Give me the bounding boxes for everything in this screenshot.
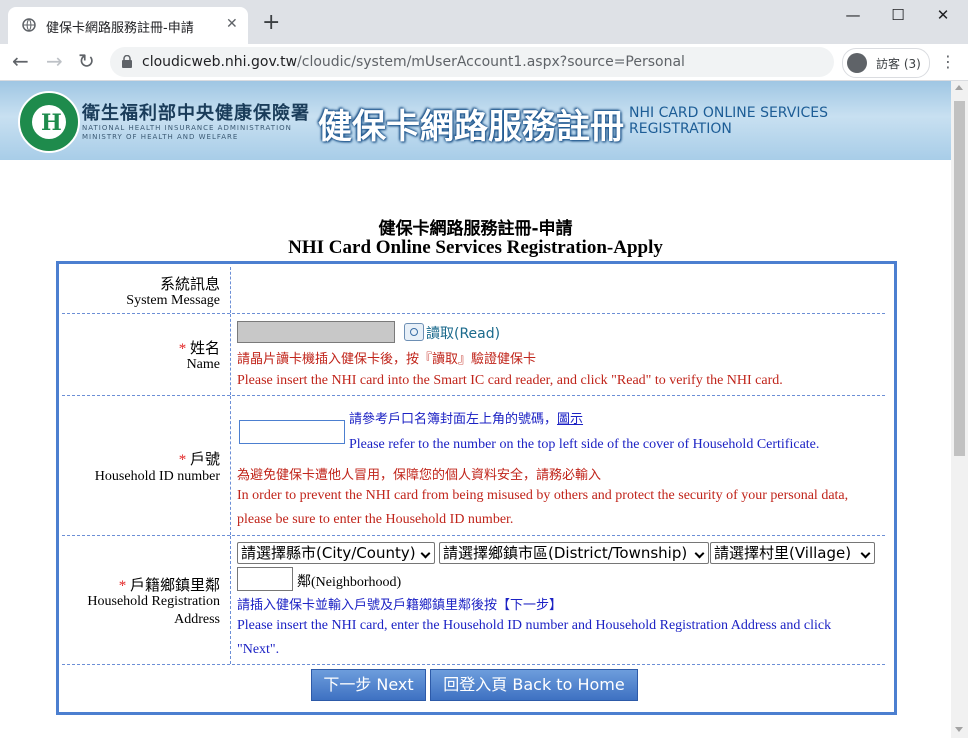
forward-arrow-icon[interactable]: → <box>46 51 63 71</box>
tab-title: 健保卡網路服務註冊-申請 <box>46 21 194 36</box>
household-ref-zh-text: 請參考戶口名簿封面左上角的號碼， <box>349 412 558 427</box>
system-message-label-zh: 系統訊息 <box>159 277 220 293</box>
neighborhood-input[interactable] <box>237 567 293 591</box>
scroll-up-arrow-icon[interactable] <box>955 85 963 90</box>
close-window-button[interactable]: ✕ <box>928 6 958 26</box>
name-label-en: Name <box>186 357 220 372</box>
read-button[interactable]: 讀取(Read) <box>426 323 500 343</box>
address-hint-zh: 請插入健保卡並輸入戶號及戶籍鄉鎮里鄰後按【下一步】 <box>237 598 563 613</box>
service-en-line1: NHI CARD ONLINE SERVICES <box>629 105 828 121</box>
household-ref-zh: 請參考戶口名簿封面左上角的號碼，圖示 <box>349 408 583 427</box>
neighborhood-suffix: 鄰(Neighborhood) <box>297 575 402 590</box>
page-title-en: NHI Card Online Services Registration-Ap… <box>288 237 663 258</box>
address-label-en-1: Household Registration <box>87 594 220 609</box>
agency-en-line1: NATIONAL HEALTH INSURANCE ADMINISTRATION <box>82 124 292 132</box>
address-row: * 戶籍鄉鎮里鄰 Household Registration Address … <box>62 536 885 665</box>
site-banner: H 衛生福利部中央健康保險署 NATIONAL HEALTH INSURANCE… <box>0 81 951 160</box>
page-title-zh: 健保卡網路服務註冊-申請 <box>378 219 573 239</box>
district-select[interactable]: 請選擇鄉鎮市區(District/Township) <box>439 542 709 564</box>
address-label-zh-text: 戶籍鄉鎮里鄰 <box>129 578 220 594</box>
new-tab-button[interactable]: + <box>262 12 280 34</box>
village-select-value: 請選擇村里(Village) <box>714 544 852 562</box>
name-label-zh-text: 姓名 <box>189 341 220 357</box>
logo-mark-icon: H <box>41 110 62 136</box>
label-cell: * 姓名 Name <box>62 314 231 395</box>
service-title-en: NHI CARD ONLINE SERVICES REGISTRATION <box>629 105 828 137</box>
agency-en-line2: MINISTRY OF HEALTH AND WELFARE <box>82 133 239 141</box>
household-id-label-zh: * 戶號 <box>179 448 220 469</box>
household-id-row: * 戶號 Household ID number 請參考戶口名簿封面左上角的號碼… <box>62 396 885 536</box>
back-to-home-button[interactable]: 回登入頁 Back to Home <box>430 669 638 701</box>
household-id-input[interactable] <box>239 420 345 444</box>
service-en-line2: REGISTRATION <box>629 121 732 137</box>
profile-button[interactable]: 訪客 (3) <box>842 48 930 78</box>
label-cell: * 戶籍鄉鎮里鄰 Household Registration Address <box>62 536 231 664</box>
reload-icon[interactable]: ↻ <box>78 51 95 71</box>
name-label-zh: * 姓名 <box>179 337 220 358</box>
system-message-row: 系統訊息 System Message <box>62 267 885 314</box>
vertical-scrollbar[interactable] <box>951 81 968 738</box>
district-select-value: 請選擇鄉鎮市區(District/Township) <box>443 544 688 562</box>
url-path: /cloudic/system/mUserAccount1.aspx?sourc… <box>297 54 685 70</box>
address-label-en-2: Address <box>174 612 220 627</box>
agency-name-en: NATIONAL HEALTH INSURANCE ADMINISTRATION… <box>82 124 292 142</box>
lock-icon <box>122 55 132 68</box>
name-row: * 姓名 Name 讀取(Read) 請晶片讀卡機插入健保卡後，按『讀取』驗證健… <box>62 314 885 396</box>
menu-dots-icon[interactable]: ⋮ <box>940 52 956 71</box>
browser-toolbar: ← → ↻ cloudicweb.nhi.gov.tw/cloudic/syst… <box>0 44 968 81</box>
label-cell: * 戶號 Household ID number <box>62 396 231 535</box>
household-example-link[interactable]: 圖示 <box>557 412 583 427</box>
minimize-button[interactable]: — <box>838 6 868 26</box>
service-title-zh: 健保卡網路服務註冊 <box>318 107 624 147</box>
nhi-logo: H <box>18 91 80 153</box>
browser-tab[interactable]: 健保卡網路服務註冊-申請 ✕ <box>8 7 248 44</box>
system-message-label-en: System Message <box>126 293 220 308</box>
name-hint-zh: 請晶片讀卡機插入健保卡後，按『讀取』驗證健保卡 <box>237 352 537 367</box>
household-warn-en-1: In order to prevent the NHI card from be… <box>237 488 849 503</box>
address-hint-en-1: Please insert the NHI card, enter the Ho… <box>237 618 832 633</box>
required-mark: * <box>178 452 187 468</box>
next-button[interactable]: 下一步 Next <box>311 669 426 701</box>
required-mark: * <box>118 578 127 594</box>
required-mark: * <box>178 341 187 357</box>
avatar <box>847 53 867 73</box>
label-cell: 系統訊息 System Message <box>62 267 231 313</box>
agency-name-zh: 衛生福利部中央健康保險署 <box>82 103 310 124</box>
address-label-zh: * 戶籍鄉鎮里鄰 <box>119 574 220 595</box>
profile-label: 訪客 (3) <box>876 57 921 71</box>
back-arrow-icon[interactable]: ← <box>12 51 29 71</box>
household-id-label-en: Household ID number <box>94 469 220 484</box>
logo-inner: H <box>32 105 66 139</box>
scroll-thumb[interactable] <box>954 101 965 456</box>
page-viewport: H 衛生福利部中央健康保險署 NATIONAL HEALTH INSURANCE… <box>0 81 951 738</box>
address-bar[interactable]: cloudicweb.nhi.gov.tw/cloudic/system/mUs… <box>110 47 834 77</box>
maximize-button[interactable]: ☐ <box>883 6 913 26</box>
village-select[interactable]: 請選擇村里(Village) <box>710 542 875 564</box>
scroll-down-arrow-icon[interactable] <box>955 727 963 732</box>
name-hint-en: Please insert the NHI card into the Smar… <box>237 373 783 388</box>
address-hint-en-2: "Next". <box>237 642 280 657</box>
registration-form: 系統訊息 System Message * 姓名 Name 讀取(Read) 請… <box>56 261 897 715</box>
household-warn-zh: 為避免健保卡遭他人冒用，保障您的個人資料安全，請務必輸入 <box>237 468 602 483</box>
url-host: cloudicweb.nhi.gov.tw <box>142 54 298 70</box>
url-text: cloudicweb.nhi.gov.tw/cloudic/system/mUs… <box>142 54 685 70</box>
close-tab-icon[interactable]: ✕ <box>226 16 238 32</box>
household-ref-en: Please refer to the number on the top le… <box>349 437 820 452</box>
name-field[interactable] <box>237 321 395 343</box>
globe-icon <box>22 18 36 32</box>
household-id-label-zh-text: 戶號 <box>189 452 220 468</box>
browser-tab-strip: 健保卡網路服務註冊-申請 ✕ + — ☐ ✕ <box>0 0 968 44</box>
city-select-value: 請選擇縣市(City/County) <box>241 544 416 562</box>
household-warn-en-2: please be sure to enter the Household ID… <box>237 512 514 527</box>
city-select[interactable]: 請選擇縣市(City/County) <box>237 542 435 564</box>
card-reader-icon[interactable] <box>404 323 424 341</box>
